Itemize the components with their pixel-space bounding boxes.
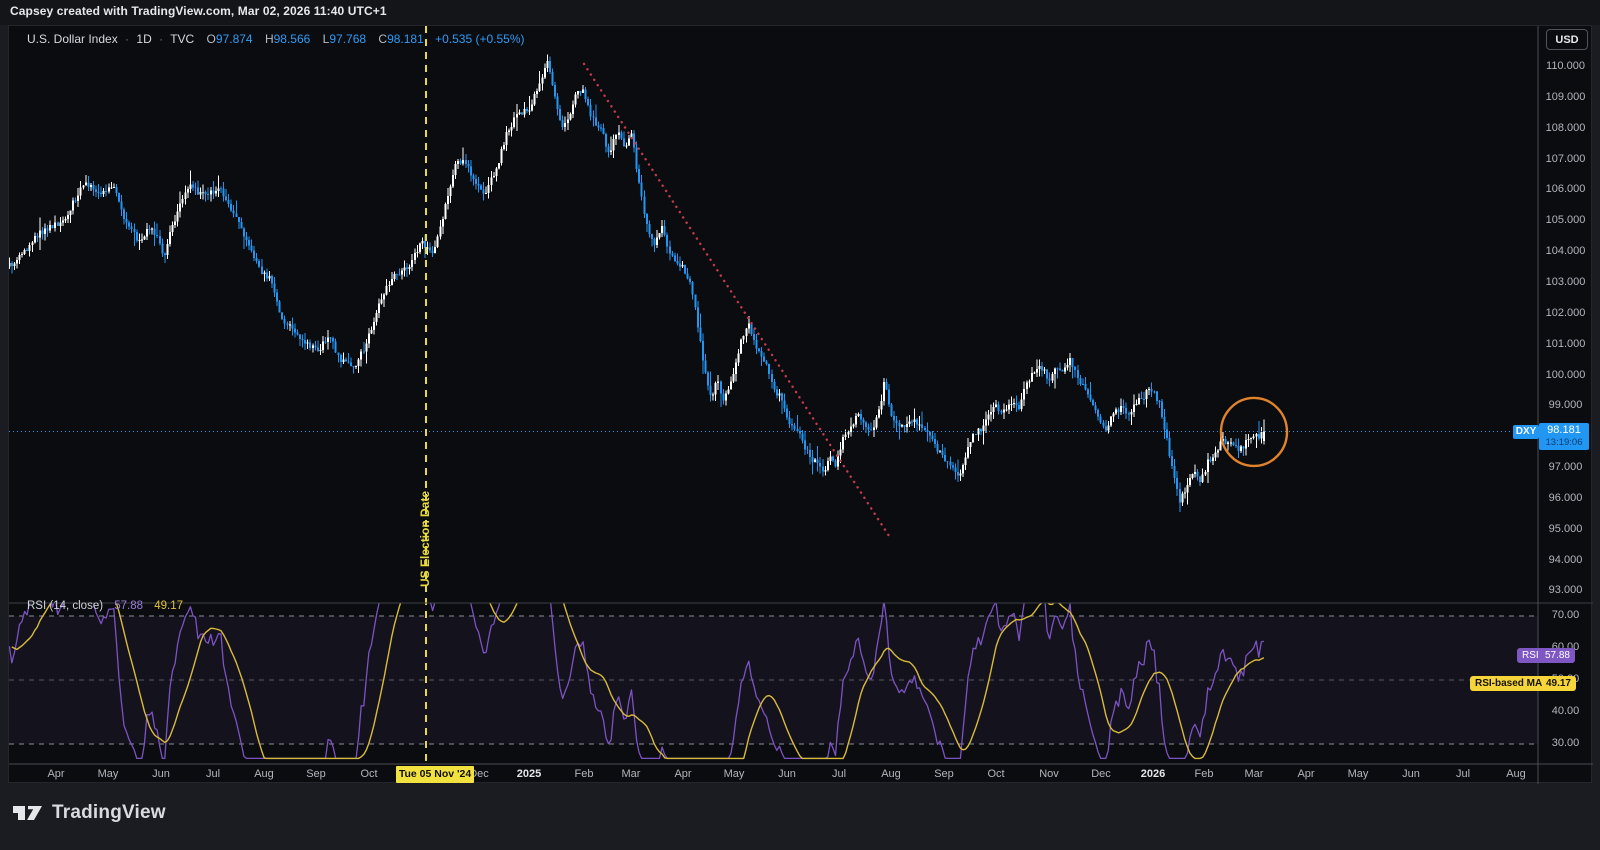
price-axis-label: 96.000 <box>1548 491 1583 504</box>
price-axis-label: 99.000 <box>1548 399 1583 412</box>
close-value: 98.181 <box>387 32 424 46</box>
symbol-legend: U.S. Dollar Index · 1D · TVC O97.874 H98… <box>27 32 525 46</box>
rsi-ma-badge-label: RSI-based MA <box>1475 678 1543 689</box>
price-axis-label: 101.000 <box>1545 337 1586 350</box>
close-label: C <box>378 32 388 46</box>
rsi-badge-label: RSI <box>1522 650 1539 661</box>
time-axis-month-label: Oct <box>987 768 1005 780</box>
rsi-badge-value: 57.88 <box>1544 650 1570 661</box>
rsi-title: RSI (14, close) <box>27 600 104 612</box>
time-axis-month-label: May <box>723 768 745 780</box>
time-axis-month-label: Dec <box>1091 768 1111 780</box>
legend-separator: · <box>125 32 130 46</box>
time-axis-month-label: Aug <box>254 768 274 780</box>
high-value: 98.566 <box>273 32 311 46</box>
rsi-axis-label: 30.00 <box>1551 737 1580 749</box>
time-axis-month-label: Oct <box>360 768 378 780</box>
price-axis-label: 106.000 <box>1545 183 1586 196</box>
tradingview-logo[interactable]: TradingView <box>12 801 166 825</box>
rsi-axis-badge: RSI 57.88 <box>1517 648 1575 663</box>
legend-separator: · <box>159 32 164 46</box>
time-axis-year-label: 2026 <box>1140 768 1166 780</box>
price-axis-label: 103.000 <box>1545 275 1586 288</box>
current-price-axis-label: 98.181 13:19:06 <box>1539 423 1589 450</box>
open-label: O <box>206 32 216 46</box>
change-value: +0.535 (+0.55%) <box>435 32 525 46</box>
time-axis-month-label: Apr <box>47 768 65 780</box>
time-axis-month-label: Aug <box>881 768 901 780</box>
time-axis-month-label: Sep <box>306 768 326 780</box>
time-axis-month-label: Jun <box>778 768 796 780</box>
time-axis-month-label: Mar <box>1244 768 1264 780</box>
export-header-bar: Capsey created with TradingView.com, Mar… <box>0 0 1600 25</box>
rsi-current-value: 57.88 <box>114 600 144 612</box>
price-axis-label: 97.000 <box>1548 461 1583 474</box>
price-axis-label: 104.000 <box>1545 245 1586 258</box>
tradingview-logo-icon <box>13 806 42 820</box>
rsi-ma-axis-badge: RSI-based MA 49.17 <box>1470 676 1576 691</box>
current-price-value: 98.181 <box>1547 424 1581 436</box>
timeframe-label[interactable]: 1D <box>136 32 151 46</box>
price-axis-label: 108.000 <box>1545 121 1586 134</box>
time-axis[interactable]: Apr May Jun Jul Aug Sep Oct Dec 2025 Feb Mar Apr May… <box>9 764 1593 784</box>
time-axis-month-label: Feb <box>574 768 594 780</box>
time-axis-month-label: Mar <box>621 768 641 780</box>
time-axis-month-label: Jun <box>1402 768 1420 780</box>
price-axis-label: 94.000 <box>1548 553 1583 566</box>
rsi-axis-label: 40.00 <box>1551 705 1580 717</box>
time-axis-month-label: Apr <box>1297 768 1315 780</box>
time-axis-month-label: Jul <box>1455 768 1471 780</box>
time-axis-month-label: Feb <box>1194 768 1214 780</box>
high-label: H <box>264 32 274 46</box>
time-axis-month-label: May <box>1347 768 1369 780</box>
time-axis-month-label: Apr <box>674 768 692 780</box>
rsi-axis-label: 70.00 <box>1551 609 1580 621</box>
election-date-axis-label[interactable]: Tue 05 Nov '24 <box>396 766 474 783</box>
price-axis-label: 107.000 <box>1545 152 1586 165</box>
time-axis-month-label: May <box>97 768 119 780</box>
time-axis-year-label: 2025 <box>516 768 542 780</box>
tradingview-logo-text: TradingView <box>52 802 166 823</box>
price-axis-label: 105.000 <box>1545 214 1586 227</box>
export-title: Capsey created with TradingView.com, Mar… <box>10 4 387 18</box>
price-axis-label: 110.000 <box>1546 60 1585 72</box>
price-axis-label: 102.000 <box>1545 306 1586 319</box>
currency-toggle-button[interactable]: USD <box>1546 29 1588 50</box>
price-axis-label: 109.000 <box>1545 90 1586 103</box>
rsi-ma-badge-value: 49.17 <box>1545 678 1571 689</box>
price-line-symbol-badge: DXY <box>1513 425 1539 439</box>
rsi-ma-current-value: 49.17 <box>154 600 184 612</box>
exchange-label: TVC <box>170 32 195 46</box>
low-value: 97.768 <box>329 32 367 46</box>
time-axis-month-label: Jul <box>831 768 847 780</box>
chart-panel: U.S. Dollar Index · 1D · TVC O97.874 H98… <box>8 25 1593 784</box>
price-axis[interactable]: USD 110.000 109.000 108.000 107.000 106.000 1… <box>1538 26 1593 784</box>
time-axis-month-label: Nov <box>1039 768 1059 780</box>
time-axis-month-label: Jun <box>152 768 170 780</box>
bar-countdown: 13:19:06 <box>1545 437 1583 448</box>
open-value: 97.874 <box>215 32 253 46</box>
price-axis-label: 95.000 <box>1548 522 1583 535</box>
symbol-name: U.S. Dollar Index <box>27 32 118 46</box>
footer-bar: TradingView <box>0 783 1600 850</box>
rsi-legend: RSI (14, close) 57.88 49.17 <box>27 600 183 612</box>
time-axis-month-label: Jul <box>205 768 221 780</box>
price-axis-label: 93.000 <box>1548 584 1583 597</box>
election-date-vertical-label: US Election Date <box>418 490 432 587</box>
chart-canvas[interactable] <box>9 26 1593 784</box>
time-axis-month-label: Sep <box>934 768 954 780</box>
price-axis-label: 100.000 <box>1545 368 1586 381</box>
time-axis-month-label: Aug <box>1506 768 1526 780</box>
